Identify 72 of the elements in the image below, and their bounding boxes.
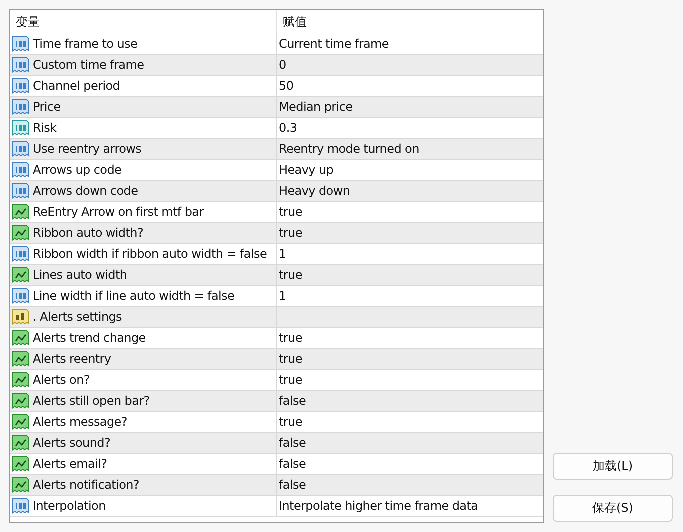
chart-icon xyxy=(12,372,30,388)
parameter-name: Alerts reentry xyxy=(33,352,112,366)
parameter-name: Use reentry arrows xyxy=(33,142,142,156)
parameter-value[interactable]: true xyxy=(279,331,302,345)
parameter-value[interactable]: Reentry mode turned on xyxy=(279,142,420,156)
chart-icon xyxy=(12,435,30,451)
parameter-value[interactable]: 0.3 xyxy=(279,121,298,135)
parameter-name: Alerts message? xyxy=(33,415,128,429)
parameter-value[interactable]: true xyxy=(279,415,302,429)
column-header[interactable]: 变量 xyxy=(10,10,277,34)
parameter-name: Interpolation xyxy=(33,499,106,513)
parameter-value[interactable]: false xyxy=(279,478,306,492)
parameter-value[interactable]: true xyxy=(279,268,302,282)
parameter-value[interactable]: 1 xyxy=(279,289,286,303)
chart-icon xyxy=(12,225,30,241)
parameter-name: Alerts sound? xyxy=(33,436,111,450)
action-button[interactable]: 保存(S) xyxy=(553,495,673,522)
type-icon xyxy=(12,57,30,73)
parameter-name: Price xyxy=(33,100,61,114)
parameter-value[interactable]: false xyxy=(279,436,306,450)
chart-icon xyxy=(12,477,30,493)
type-icon xyxy=(12,78,30,94)
type-icon xyxy=(12,36,30,52)
chart-icon xyxy=(12,267,30,283)
parameter-name: Channel period xyxy=(33,79,120,93)
type-icon xyxy=(12,246,30,262)
parameter-value[interactable]: 0 xyxy=(279,58,286,72)
parameter-name: Arrows up code xyxy=(33,163,122,177)
parameter-value[interactable]: 1 xyxy=(279,247,286,261)
chart-icon xyxy=(12,204,30,220)
parameter-name: Ribbon width if ribbon auto width = false xyxy=(33,247,268,261)
parameter-name: Alerts still open bar? xyxy=(33,394,150,408)
parameter-value[interactable]: true xyxy=(279,205,302,219)
parameter-value[interactable]: false xyxy=(279,394,306,408)
parameter-name: Arrows down code xyxy=(33,184,138,198)
parameter-value[interactable]: true xyxy=(279,352,302,366)
parameter-value[interactable]: Heavy down xyxy=(279,184,350,198)
parameter-value[interactable]: 50 xyxy=(279,79,294,93)
chart-icon xyxy=(12,393,30,409)
parameter-name: Ribbon auto width? xyxy=(33,226,144,240)
chart-icon xyxy=(12,351,30,367)
parameter-name: Alerts on? xyxy=(33,373,90,387)
parameter-name: Custom time frame xyxy=(33,58,144,72)
chart-icon xyxy=(12,456,30,472)
parameter-value[interactable]: Current time frame xyxy=(279,37,389,51)
type-icon xyxy=(12,99,30,115)
type-icon xyxy=(12,309,30,325)
parameter-value[interactable]: true xyxy=(279,226,302,240)
chart-icon xyxy=(12,414,30,430)
type-icon xyxy=(12,162,30,178)
parameter-name: Alerts email? xyxy=(33,457,108,471)
type-icon xyxy=(12,120,30,136)
parameter-value[interactable]: Median price xyxy=(279,100,353,114)
parameter-name: Risk xyxy=(33,121,57,135)
parameter-name: Alerts trend change xyxy=(33,331,146,345)
parameter-name: Time frame to use xyxy=(33,37,138,51)
column-header[interactable]: 赋值 xyxy=(277,10,543,34)
parameter-name: Line width if line auto width = false xyxy=(33,289,235,303)
type-icon xyxy=(12,288,30,304)
type-icon xyxy=(12,141,30,157)
parameter-value[interactable]: Interpolate higher time frame data xyxy=(279,499,478,513)
type-icon xyxy=(12,183,30,199)
type-icon xyxy=(12,498,30,514)
parameter-value[interactable]: Heavy up xyxy=(279,163,334,177)
parameter-name: . Alerts settings xyxy=(33,310,122,324)
parameter-value[interactable]: false xyxy=(279,457,306,471)
parameter-name: ReEntry Arrow on first mtf bar xyxy=(33,205,204,219)
parameter-name: Alerts notification? xyxy=(33,478,140,492)
parameter-name: Lines auto width xyxy=(33,268,128,282)
parameter-value[interactable]: true xyxy=(279,373,302,387)
chart-icon xyxy=(12,330,30,346)
action-button[interactable]: 加载(L) xyxy=(553,453,673,480)
